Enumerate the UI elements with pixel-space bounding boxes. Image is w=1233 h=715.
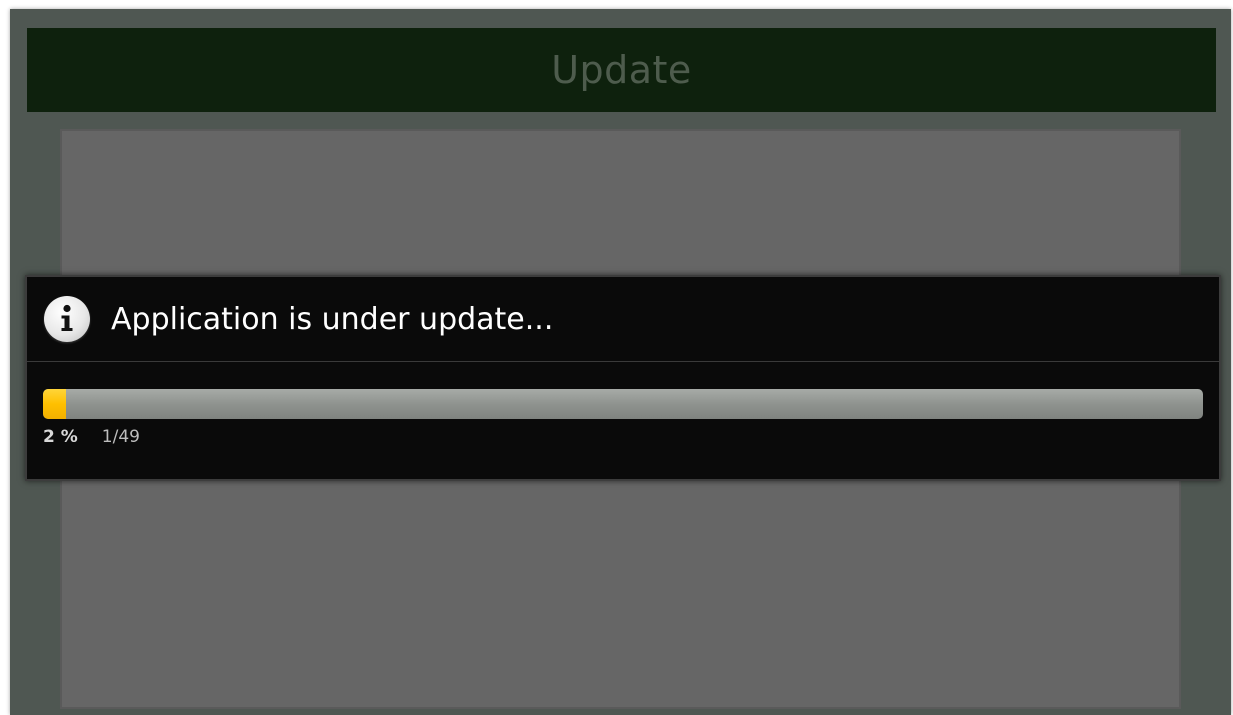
- dialog-message: Application is under update...: [111, 301, 554, 337]
- info-icon: [44, 296, 90, 342]
- progress-bar-fill: [43, 389, 66, 419]
- app-screen: Update Application is under update... 2 …: [10, 9, 1231, 715]
- dialog-header: Application is under update...: [27, 277, 1219, 362]
- page-title: Update: [551, 48, 692, 92]
- progress-dialog: Application is under update... 2 % 1/49: [25, 275, 1221, 481]
- title-bar: Update: [27, 28, 1216, 112]
- progress-info: 2 % 1/49: [43, 427, 140, 447]
- progress-count: 1/49: [101, 427, 140, 447]
- progress-percent: 2 %: [43, 427, 78, 447]
- progress-bar: [43, 389, 1203, 419]
